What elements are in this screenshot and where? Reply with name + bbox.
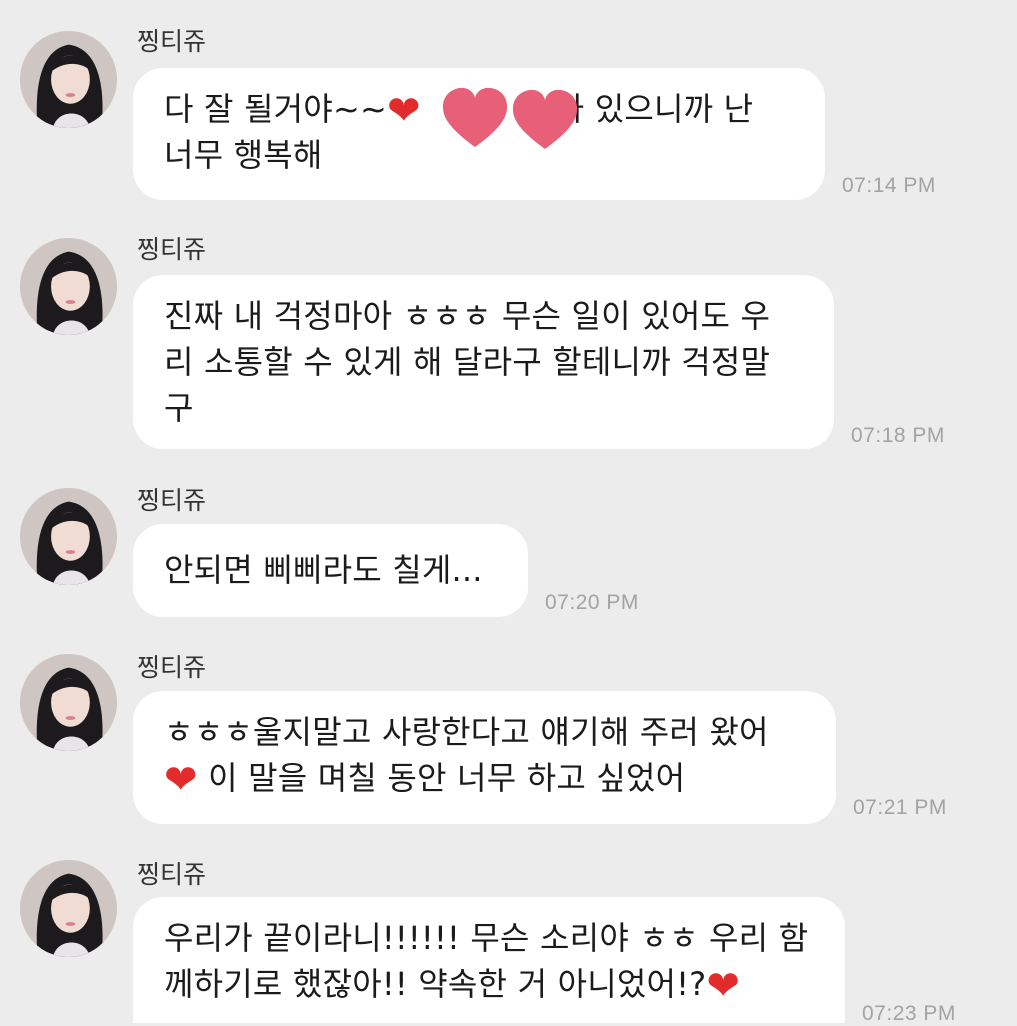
message-bubble[interactable]: 진짜 내 걱정마아 ㅎㅎㅎ 무슨 일이 있어도 우 리 소통할 수 있게 해 달… (133, 275, 834, 449)
message-line: 진짜 내 걱정마아 ㅎㅎㅎ 무슨 일이 있어도 우 (164, 297, 771, 335)
message-timestamp: 07:14 PM (842, 174, 936, 197)
message-text: 이 말을 며칠 동안 너무 하고 싶었어 (208, 759, 686, 797)
message-timestamp: 07:23 PM (862, 1002, 956, 1025)
sender-name: 찡티쥬 (137, 653, 207, 682)
message-text: 께하기로 했잖아!! 약속한 거 아니었어!? (164, 965, 707, 1003)
message-line: ㅎㅎㅎ울지말고 사랑한다고 얘기해 주러 왔어 (164, 713, 769, 751)
message-text: 가 있으니까 난 (554, 90, 754, 128)
message-line: 리 소통할 수 있게 해 달라구 할테니까 걱정말 (164, 343, 771, 381)
avatar[interactable] (20, 654, 117, 751)
sender-name: 찡티쥬 (137, 27, 207, 56)
message-bubble[interactable]: ㅎㅎㅎ울지말고 사랑한다고 얘기해 주러 왔어 ❤ 이 말을 며칠 동안 너무 … (133, 691, 836, 824)
message-line: 께하기로 했잖아!! 약속한 거 아니었어!?❤ (164, 961, 815, 1007)
message-line: 안되면 삐삐라도 칠게... (164, 551, 483, 589)
message-line: ❤ 이 말을 며칠 동안 너무 하고 싶었어 (164, 755, 806, 801)
sender-name: 찡티쥬 (137, 486, 207, 515)
message-timestamp: 07:21 PM (853, 796, 947, 819)
censor-heart-icon (442, 87, 508, 147)
profile-photo (20, 654, 117, 751)
avatar[interactable] (20, 238, 117, 335)
message-bubble[interactable]: 안되면 삐삐라도 칠게... (133, 524, 528, 617)
message-timestamp: 07:20 PM (545, 591, 639, 614)
avatar[interactable] (20, 31, 117, 128)
heart-emoji-icon: ❤ (706, 963, 741, 1009)
profile-photo (20, 238, 117, 335)
chat-thread[interactable]: 찡티쥬 다 잘 될거야~~❤ 가 있으니까 난 너무 행복해 07:14 PM 찡… (0, 0, 1017, 1025)
sender-name: 찡티쥬 (137, 860, 207, 889)
avatar[interactable] (20, 488, 117, 585)
message-text: 다 잘 될거야~~ (164, 90, 387, 128)
message-timestamp: 07:18 PM (851, 424, 945, 447)
profile-photo (20, 488, 117, 585)
avatar[interactable] (20, 860, 117, 957)
message-bubble[interactable]: 우리가 끝이라니!!!!!! 무슨 소리야 ㅎㅎ 우리 함 께하기로 했잖아!!… (133, 897, 845, 1023)
message-line: 우리가 끝이라니!!!!!! 무슨 소리야 ㅎㅎ 우리 함 (164, 919, 809, 957)
message-line: 구 (164, 389, 194, 427)
sender-name: 찡티쥬 (137, 235, 207, 264)
profile-photo (20, 860, 117, 957)
censor-heart-icon (512, 89, 578, 149)
heart-emoji-icon: ❤ (164, 757, 198, 803)
profile-photo (20, 31, 117, 128)
heart-emoji-icon: ❤ (386, 88, 421, 134)
